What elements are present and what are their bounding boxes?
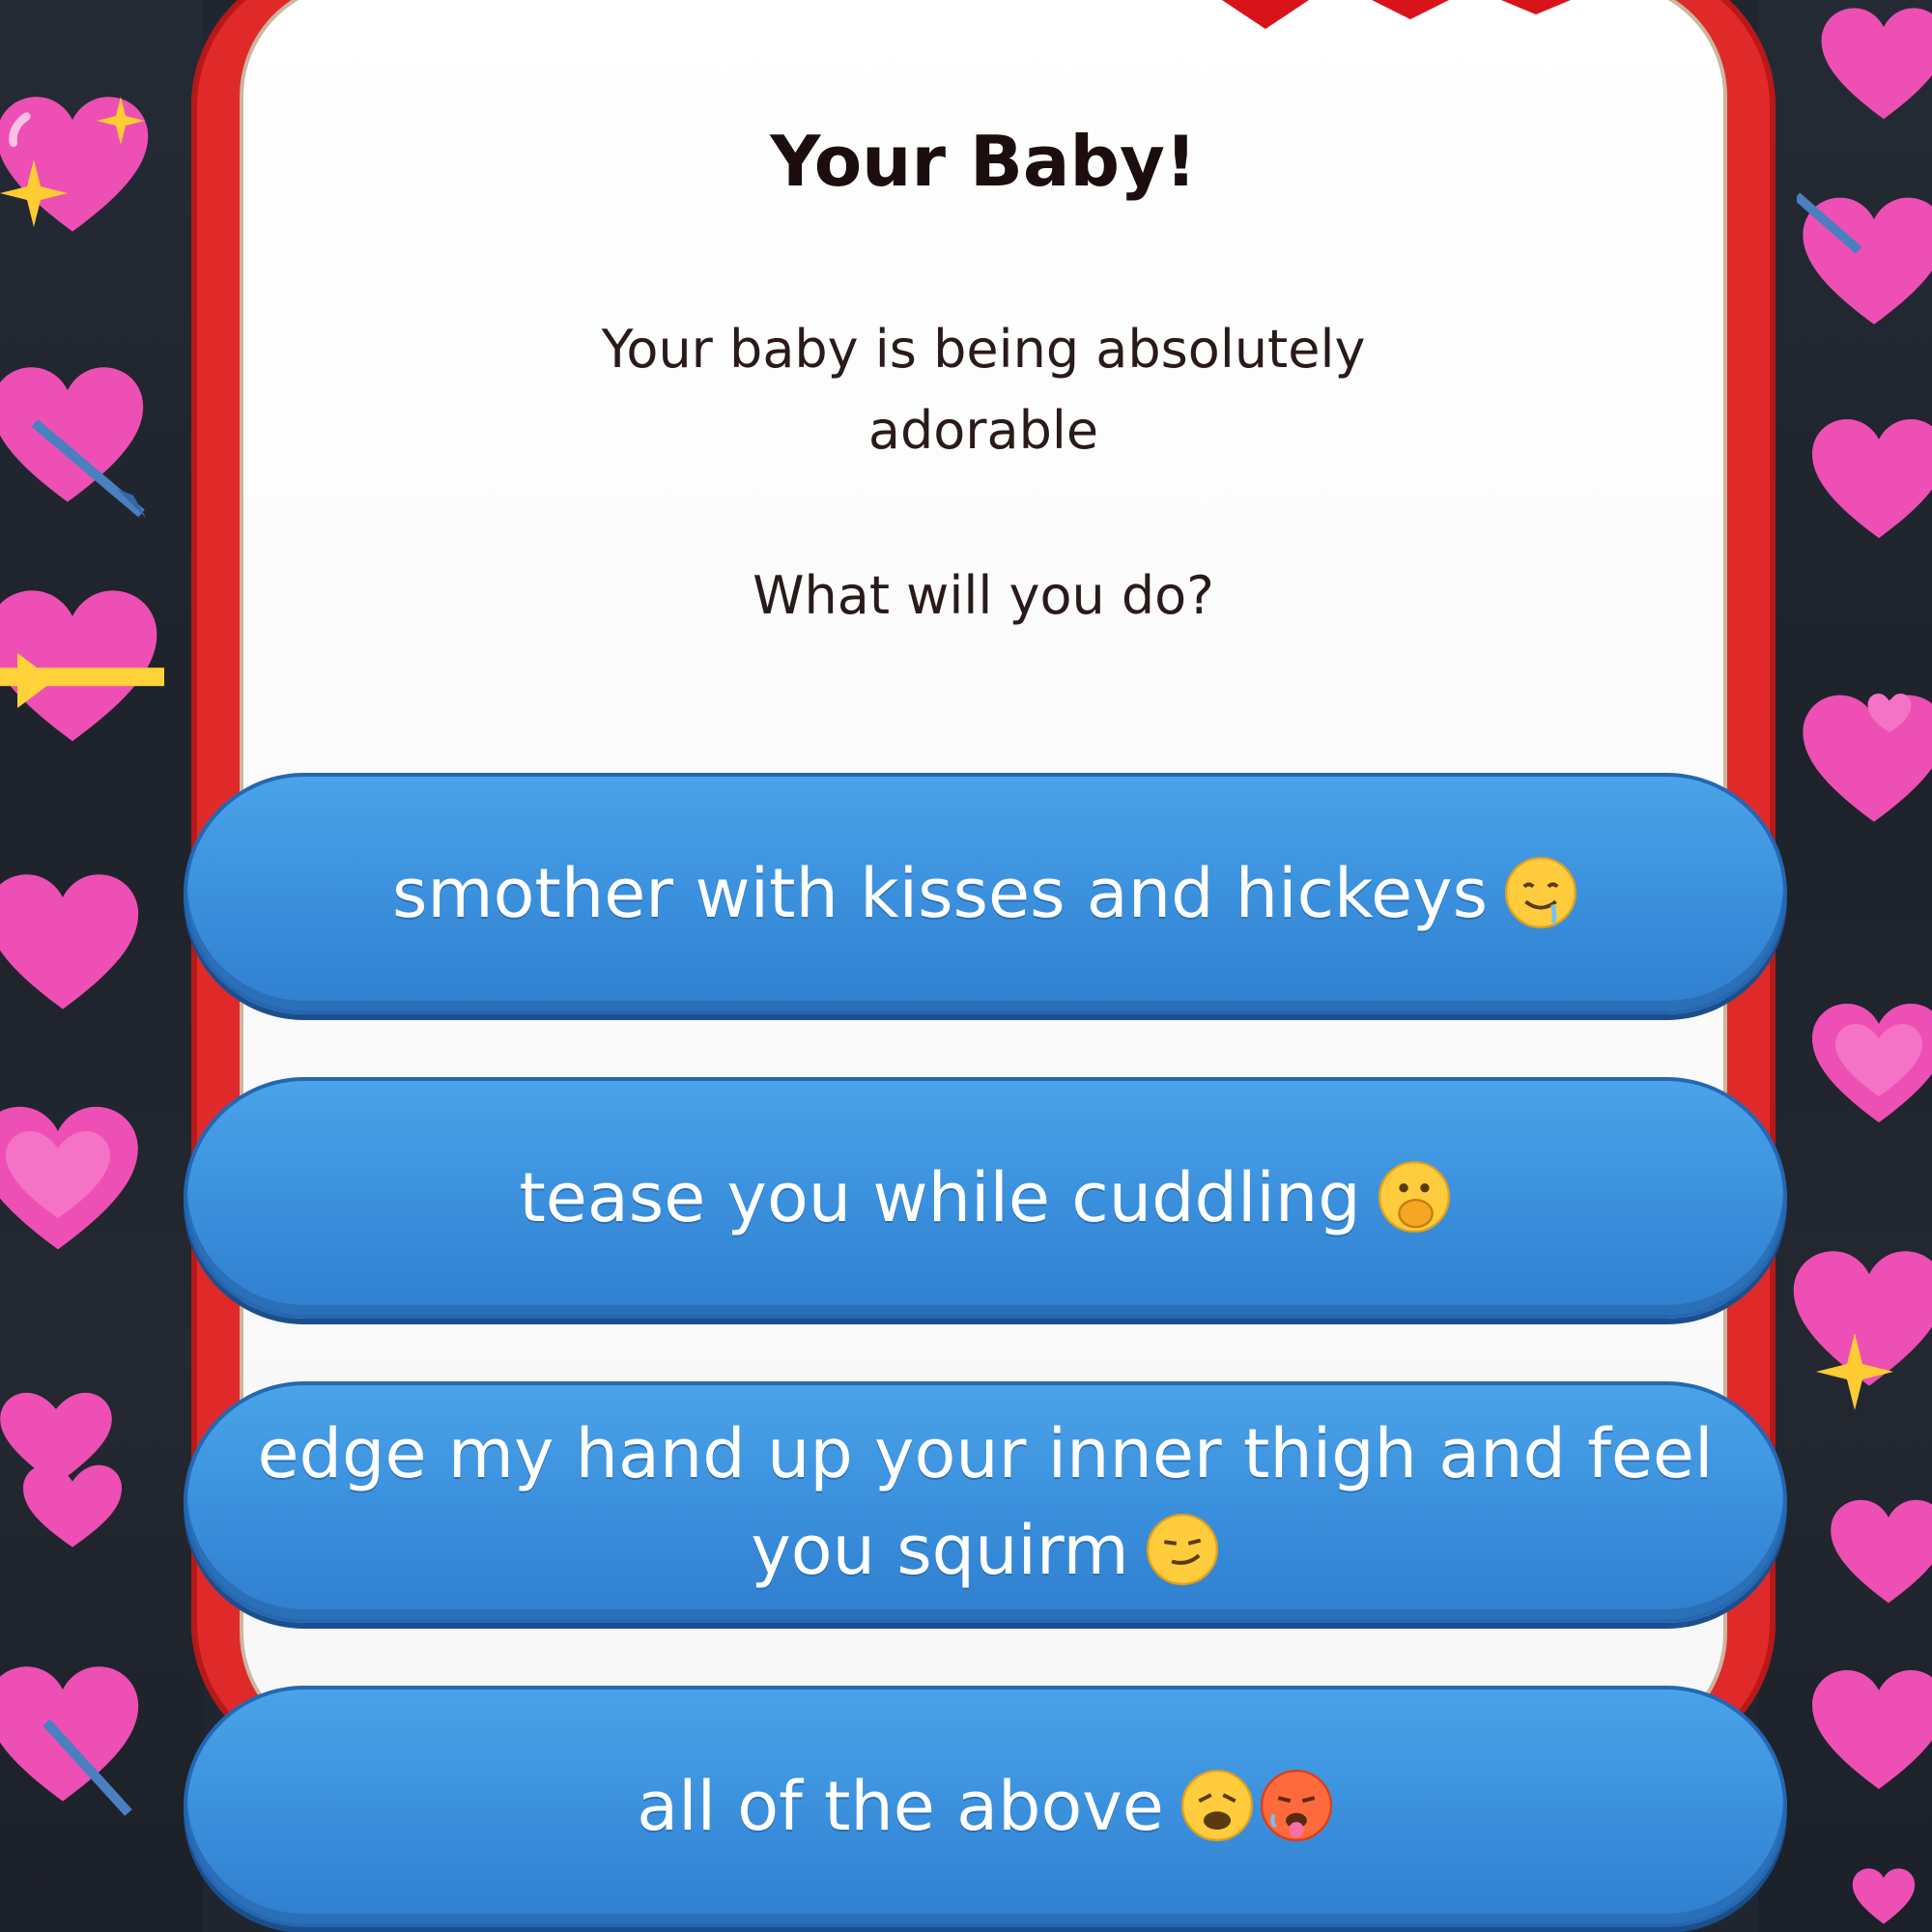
revolving-hearts-icon — [0, 1082, 145, 1285]
smirking-face-icon — [1145, 1512, 1220, 1587]
choice-button-1[interactable]: smother with kisses and hickeys — [184, 773, 1787, 1014]
heart-decoration-icon — [1478, 0, 1594, 39]
hot-face-icon — [1259, 1768, 1334, 1843]
dialog-question: What will you do? — [753, 565, 1214, 626]
heart-with-arrow-icon — [0, 357, 155, 522]
choice-button-4[interactable]: all of the above — [184, 1686, 1787, 1927]
two-hearts-icon — [1797, 657, 1932, 869]
face-with-hand-over-mouth-icon — [1377, 1159, 1452, 1235]
sparkle-icon — [0, 155, 68, 232]
choice-button-2[interactable]: tease you while cuddling — [184, 1077, 1787, 1319]
beating-heart-icon — [1806, 386, 1932, 580]
revolving-hearts-icon — [1806, 956, 1932, 1179]
choice-label-1: smother with kisses and hickeys — [334, 845, 1636, 942]
heart-decoration-icon — [1208, 0, 1323, 39]
choice-label-3: edge my hand up your inner thigh and fee… — [257, 1414, 1714, 1590]
heart-with-arrow-icon — [0, 1642, 145, 1835]
dialog-message: Your baby is being absolutely adorable — [601, 319, 1366, 461]
heart-with-arrow-icon — [1797, 174, 1932, 357]
beating-heart-icon — [0, 840, 145, 1053]
choice-label-4: all of the above — [579, 1758, 1392, 1855]
heart-icon — [1806, 1652, 1932, 1816]
heart-decoration-icon — [1352, 0, 1468, 39]
heart-icon — [1835, 1864, 1932, 1932]
choice-label-2: tease you while cuddling — [461, 1150, 1509, 1246]
choice-button-3[interactable]: edge my hand up your inner thigh and fee… — [184, 1381, 1787, 1623]
sparkle-icon — [1816, 1333, 1893, 1410]
heart-icon — [1826, 1488, 1932, 1623]
heart-icon — [1816, 0, 1932, 135]
two-hearts-icon — [0, 1343, 155, 1594]
heart-with-ribbon-icon — [0, 560, 164, 782]
dialog-title: Your Baby! — [770, 121, 1197, 202]
weary-face-icon — [1179, 1768, 1255, 1843]
sparkle-icon — [97, 97, 145, 145]
drooling-face-icon — [1503, 855, 1578, 930]
